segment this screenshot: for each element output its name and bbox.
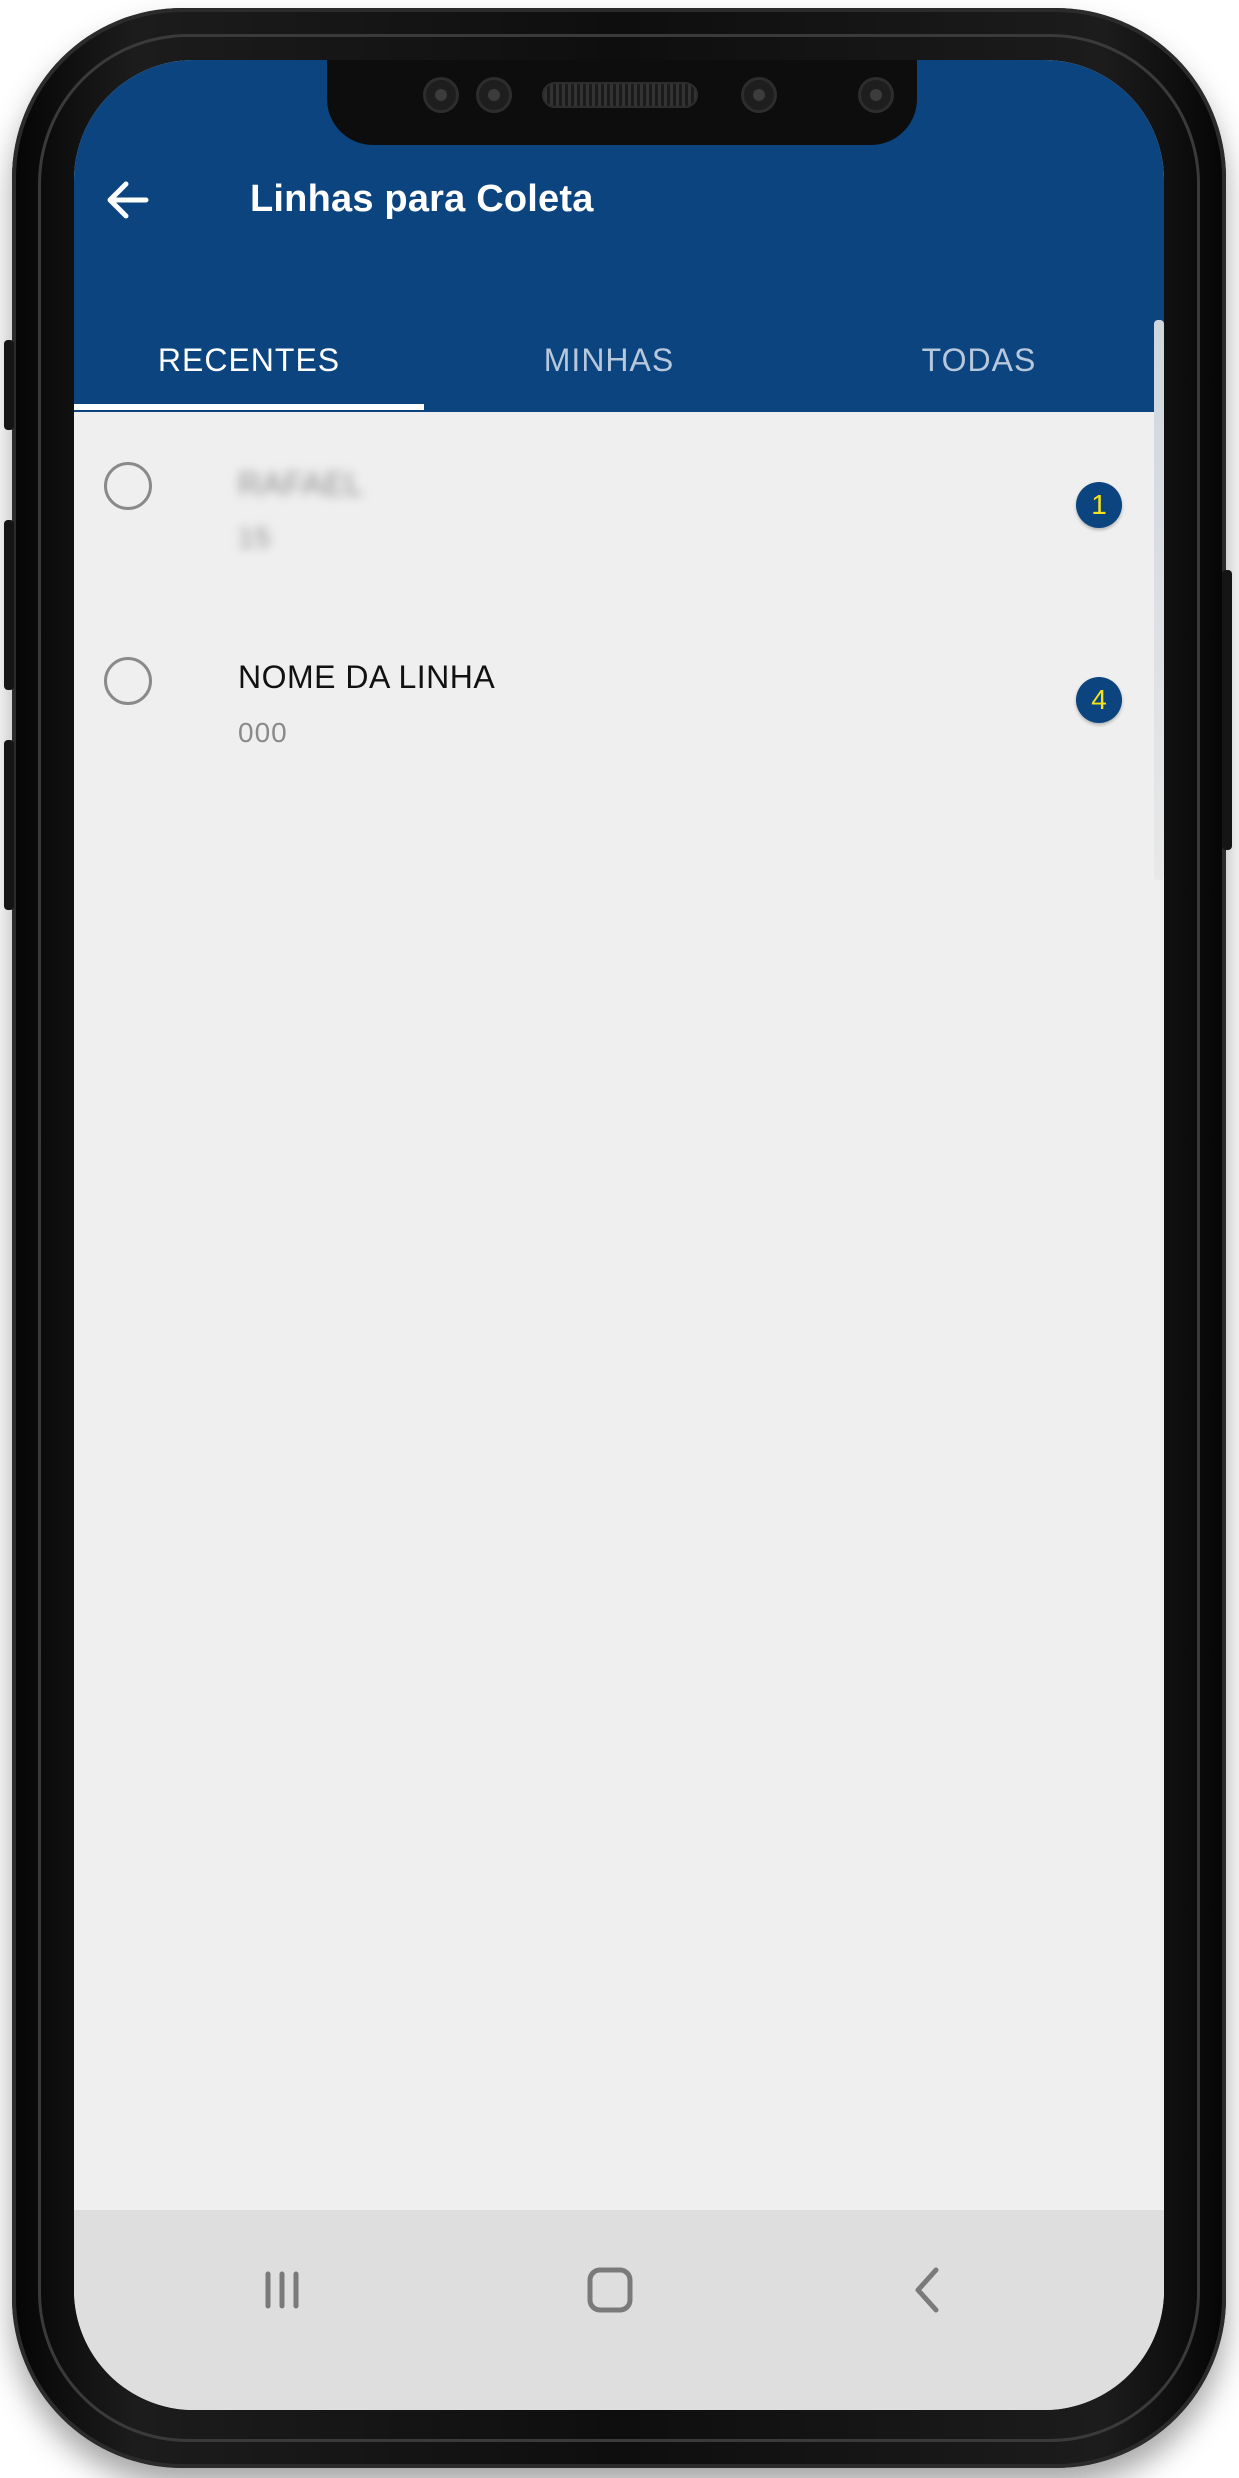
arrow-left-icon: [107, 181, 149, 219]
tab-label: MINHAS: [543, 342, 675, 378]
recent-apps-icon: [265, 2271, 299, 2309]
radio-button[interactable]: [104, 462, 152, 510]
active-tab-indicator: [74, 404, 424, 410]
phone-volume-up: [4, 520, 14, 690]
recent-apps-button[interactable]: [242, 2250, 322, 2330]
back-nav-icon: [915, 2267, 939, 2313]
phone-volume-down: [4, 740, 14, 910]
proximity-sensor: [858, 77, 894, 113]
list-item[interactable]: NOME DA LINHA 000 4: [74, 607, 1164, 797]
screen: Linhas para Coleta RECENTES MINHAS TODAS…: [74, 60, 1164, 2410]
tab-label: RECENTES: [157, 342, 341, 378]
tab-recentes[interactable]: RECENTES: [74, 330, 424, 412]
system-nav-bar: [74, 2210, 1164, 2410]
earpiece-speaker: [542, 82, 698, 108]
home-button[interactable]: [570, 2250, 650, 2330]
front-camera: [423, 77, 459, 113]
count-badge: 1: [1076, 482, 1122, 528]
back-button[interactable]: [100, 172, 156, 228]
phone-side-button: [4, 340, 14, 430]
radio-button[interactable]: [104, 657, 152, 705]
sensor: [476, 77, 512, 113]
tab-bar: RECENTES MINHAS TODAS: [74, 330, 1164, 412]
tab-label: TODAS: [921, 342, 1037, 378]
back-nav-button[interactable]: [888, 2250, 968, 2330]
home-icon: [587, 2267, 633, 2313]
count-badge: 4: [1076, 677, 1122, 723]
list-item[interactable]: RAFAEL 15 1: [74, 412, 1164, 602]
tab-todas[interactable]: TODAS: [794, 330, 1164, 412]
list-item-title: NOME DA LINHA: [238, 659, 496, 695]
tab-minhas[interactable]: MINHAS: [424, 330, 794, 412]
list-item-subtitle: 000: [238, 717, 288, 748]
front-camera-2: [741, 77, 777, 113]
app-bar: Linhas para Coleta RECENTES MINHAS TODAS: [74, 60, 1164, 412]
phone-power-button: [1222, 570, 1232, 850]
list-item-title: RAFAEL: [238, 466, 364, 502]
list-item-subtitle: 15: [238, 522, 272, 553]
camera-notch: [327, 60, 917, 145]
page-title: Linhas para Coleta: [250, 178, 594, 220]
